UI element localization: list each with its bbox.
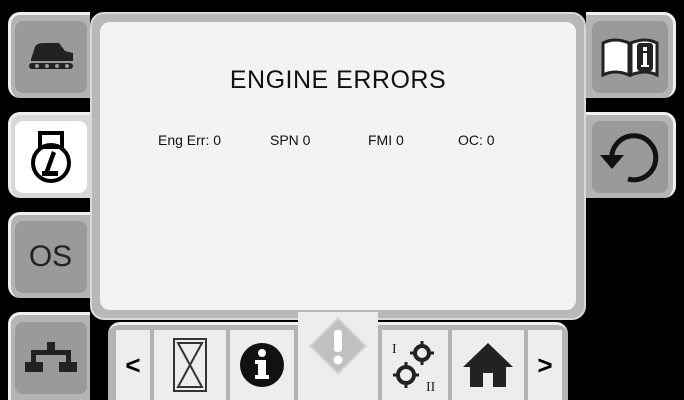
settings-gears-icon: I II [392,341,436,393]
refresh-icon [599,132,658,182]
tab-manual[interactable] [586,12,676,98]
svg-text:I: I [392,342,397,357]
info-icon [240,343,284,387]
tab-hierarchy[interactable] [8,312,90,400]
vehicle-tab-inner [14,20,87,93]
engine-tab-inner [14,120,87,193]
main-panel: ENGINE ERRORS Eng Err: 0 SPN 0 FMI 0 OC:… [100,22,576,310]
chevron-right-icon: > [537,349,553,380]
prev-button[interactable]: < [116,330,150,400]
refresh-tab-inner [591,120,668,193]
home-icon [463,343,513,387]
hierarchy-tab-inner [14,321,87,394]
engine-gauge-icon [30,130,71,183]
svg-text:II: II [426,380,436,393]
tab-refresh[interactable] [586,112,676,198]
chevron-left-icon: < [125,349,141,380]
main-screen: ENGINE ERRORS Eng Err: 0 SPN 0 FMI 0 OC:… [90,12,586,320]
fmi-value: FMI 0 [368,132,404,148]
tab-engine[interactable] [8,112,90,198]
info-button[interactable] [230,330,294,400]
warning-button[interactable] [298,312,378,400]
oc-value: OC: 0 [458,132,495,148]
tab-vehicle[interactable] [8,12,90,98]
os-tab-inner: OS [14,220,87,293]
home-button[interactable] [452,330,524,400]
hourglass-icon [173,338,207,392]
eng-err-value: Eng Err: 0 [158,132,222,148]
next-button[interactable]: > [528,330,562,400]
vehicle-icon [28,42,73,69]
hierarchy-icon [24,341,77,372]
page-title: ENGINE ERRORS [229,66,447,94]
os-icon: OS [28,239,73,273]
manual-icon [601,38,658,77]
tab-os[interactable]: OS [8,212,90,298]
spn-value: SPN 0 [270,132,311,148]
warning-icon [308,316,368,376]
settings-button[interactable]: I II [382,330,448,400]
manual-tab-inner [591,20,668,93]
timer-button[interactable] [154,330,226,400]
